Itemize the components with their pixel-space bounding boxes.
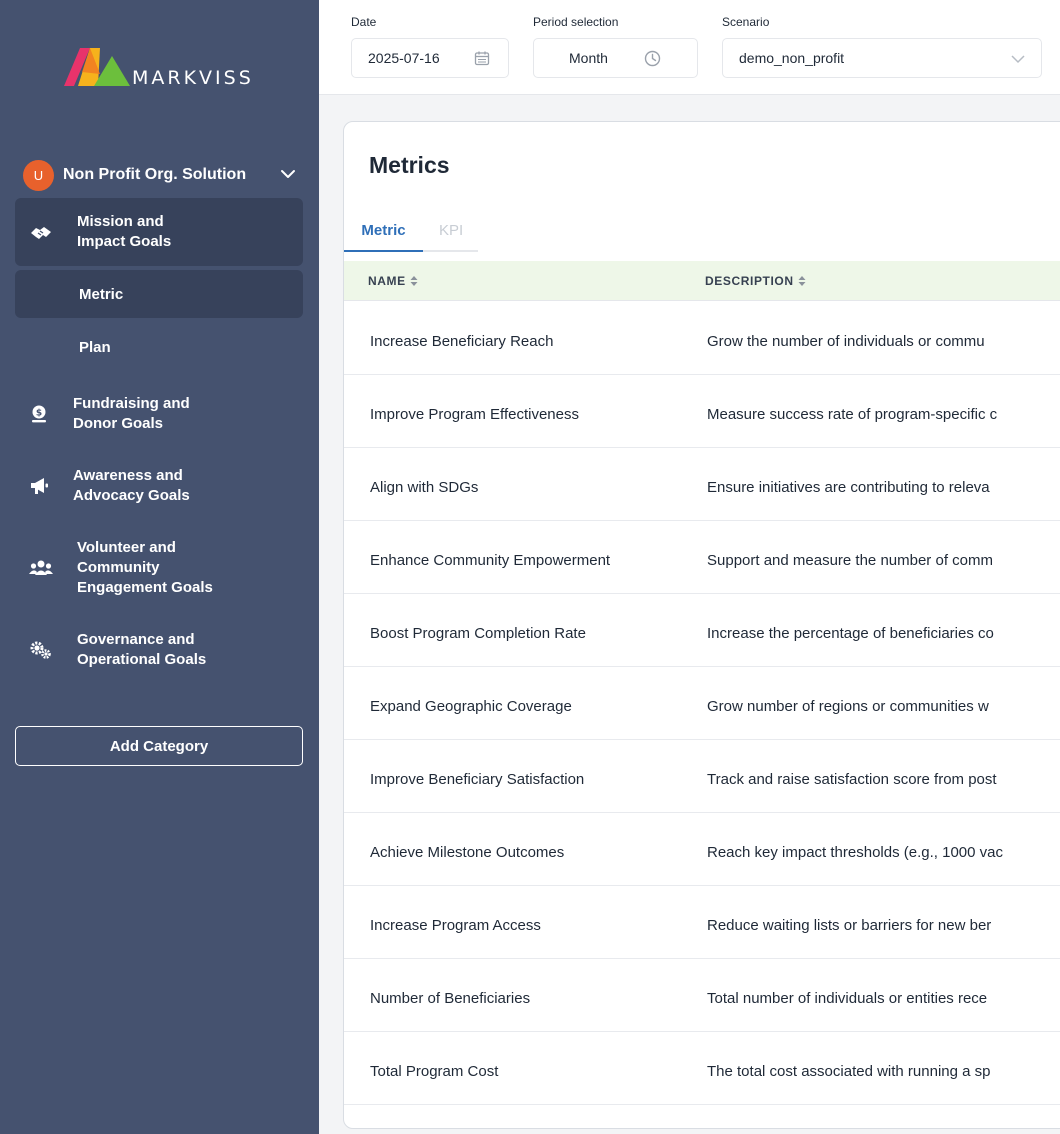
metric-name: Improve Program Effectiveness: [370, 406, 579, 423]
sidebar-item-fundraising-donor-goals[interactable]: $ Fundraising and Donor Goals: [15, 393, 303, 435]
table-row[interactable]: Enhance Community Empowerment Support and…: [344, 521, 1060, 594]
tab-metric[interactable]: Metric: [344, 220, 423, 252]
table-row[interactable]: Boost Program Completion Rate Increase th…: [344, 594, 1060, 667]
column-header-name[interactable]: NAME: [368, 274, 418, 288]
scenario-value: demo_non_profit: [739, 50, 845, 66]
metric-name: Number of Beneficiaries: [370, 990, 531, 1007]
users-icon: [29, 556, 53, 580]
brand-logo[interactable]: MARKVISS: [64, 46, 254, 90]
date-value: 2025-07-16: [368, 50, 440, 66]
organization-selector[interactable]: U Non Profit Org. Solution: [23, 159, 303, 191]
megaphone-icon: [27, 474, 51, 498]
sidebar-item-mission-impact-goals[interactable]: Mission and Impact Goals: [15, 198, 303, 266]
metric-description: Total number of individuals or entities …: [707, 990, 988, 1007]
metric-name: Achieve Milestone Outcomes: [370, 844, 565, 861]
table-row[interactable]: Improve Program Effectiveness Measure suc…: [344, 375, 1060, 448]
table-header: NAME DESCRIPTION: [344, 261, 1060, 301]
metric-description: The total cost associated with running a…: [707, 1063, 991, 1080]
sidebar: MARKVISS U Non Profit Org. Solution Miss…: [0, 0, 319, 1134]
table-row[interactable]: Expand Geographic Coverage Grow number of…: [344, 667, 1060, 740]
period-value: Month: [569, 50, 608, 66]
metric-description: Measure success rate of program-specific…: [707, 406, 998, 423]
metric-description: Grow the number of individuals or commu: [707, 333, 985, 350]
tab-bar: Metric KPI: [344, 220, 478, 252]
scenario-label: Scenario: [722, 15, 770, 29]
date-picker[interactable]: 2025-07-16: [351, 38, 509, 78]
metric-description: Reduce waiting lists or barriers for new…: [707, 917, 992, 934]
sidebar-subitem-metric[interactable]: Metric: [15, 270, 303, 318]
logo-mark-icon: [64, 48, 130, 86]
period-label: Period selection: [533, 15, 619, 29]
metrics-table-body: Increase Beneficiary Reach Grow the numbe…: [344, 302, 1060, 1105]
sidebar-item-volunteer-community-goals[interactable]: Volunteer and Community Engagement Goals: [15, 537, 303, 599]
page-title: Metrics: [369, 152, 450, 178]
sidebar-item-label: Fundraising and: [73, 395, 190, 412]
sidebar-item-label: Engagement Goals: [77, 579, 213, 596]
sidebar-item-label: Mission and: [77, 213, 164, 230]
period-selector[interactable]: Month: [533, 38, 698, 78]
add-category-button[interactable]: Add Category: [15, 726, 303, 766]
sidebar-item-label: Awareness and: [73, 467, 183, 484]
table-row[interactable]: Increase Program Access Reduce waiting li…: [344, 886, 1060, 959]
brand-name: MARKVISS: [132, 67, 254, 89]
table-row[interactable]: Achieve Milestone Outcomes Reach key impa…: [344, 813, 1060, 886]
column-header-label: DESCRIPTION: [705, 273, 794, 288]
metric-description: Reach key impact thresholds (e.g., 1000 …: [707, 844, 1003, 861]
metric-description: Grow number of regions or communities w: [707, 698, 989, 715]
tab-label: Metric: [361, 222, 406, 239]
sidebar-item-label: Operational Goals: [77, 651, 207, 668]
metric-name: Total Program Cost: [370, 1063, 499, 1080]
svg-text:$: $: [36, 409, 42, 419]
sidebar-item-awareness-advocacy-goals[interactable]: Awareness and Advocacy Goals: [15, 465, 303, 507]
metric-description: Ensure initiatives are contributing to r…: [707, 479, 990, 496]
date-label: Date: [351, 15, 377, 29]
sort-icon[interactable]: [410, 275, 418, 287]
table-row[interactable]: Align with SDGs Ensure initiatives are co…: [344, 448, 1060, 521]
metric-name: Increase Program Access: [370, 917, 541, 934]
sidebar-item-label: Governance and: [77, 631, 195, 648]
sidebar-item-label: Community: [77, 559, 160, 576]
avatar: U: [23, 159, 54, 191]
organization-name: Non Profit Org. Solution: [63, 166, 247, 183]
metric-description: Support and measure the number of comm: [707, 552, 993, 569]
table-row[interactable]: Increase Beneficiary Reach Grow the numbe…: [344, 302, 1060, 375]
chevron-down-icon[interactable]: [1011, 53, 1025, 65]
gears-icon: [29, 638, 53, 662]
metric-name: Increase Beneficiary Reach: [370, 333, 554, 350]
metric-name: Expand Geographic Coverage: [370, 698, 572, 715]
column-header-label: NAME: [368, 273, 406, 288]
handshake-icon: [29, 220, 53, 244]
scenario-select[interactable]: demo_non_profit: [722, 38, 1042, 78]
sidebar-item-label: Advocacy Goals: [73, 487, 190, 504]
metric-name: Improve Beneficiary Satisfaction: [370, 771, 585, 788]
metric-name: Enhance Community Empowerment: [370, 552, 611, 569]
filter-bar: Date 2025-07-16 Period selection Month S…: [319, 0, 1060, 95]
table-row[interactable]: Improve Beneficiary Satisfaction Track an…: [344, 740, 1060, 813]
tab-kpi[interactable]: KPI: [439, 220, 463, 250]
money-bag-icon: $: [27, 402, 51, 426]
clock-icon[interactable]: [644, 50, 661, 67]
table-row[interactable]: Total Program Cost The total cost associa…: [344, 1032, 1060, 1105]
sidebar-subitem-plan[interactable]: Plan: [15, 323, 303, 371]
sort-icon[interactable]: [798, 275, 806, 287]
chevron-down-icon[interactable]: [279, 165, 297, 183]
metric-description: Increase the percentage of beneficiaries…: [707, 625, 994, 642]
sidebar-item-label: Volunteer and: [77, 539, 176, 556]
tab-label: KPI: [439, 222, 464, 239]
metric-name: Boost Program Completion Rate: [370, 625, 586, 642]
column-header-description[interactable]: DESCRIPTION: [705, 274, 806, 288]
calendar-icon[interactable]: [474, 50, 490, 66]
sidebar-item-label: Donor Goals: [73, 415, 164, 432]
metric-name: Align with SDGs: [370, 479, 479, 496]
sidebar-item-governance-operational-goals[interactable]: Governance and Operational Goals: [15, 629, 303, 671]
sidebar-item-label: Impact Goals: [77, 233, 172, 250]
metrics-card: Metrics Metric KPI NAME DESCRIPTION Incr…: [343, 121, 1060, 1129]
table-row[interactable]: Number of Beneficiaries Total number of i…: [344, 959, 1060, 1032]
metric-description: Track and raise satisfaction score from …: [707, 771, 997, 788]
